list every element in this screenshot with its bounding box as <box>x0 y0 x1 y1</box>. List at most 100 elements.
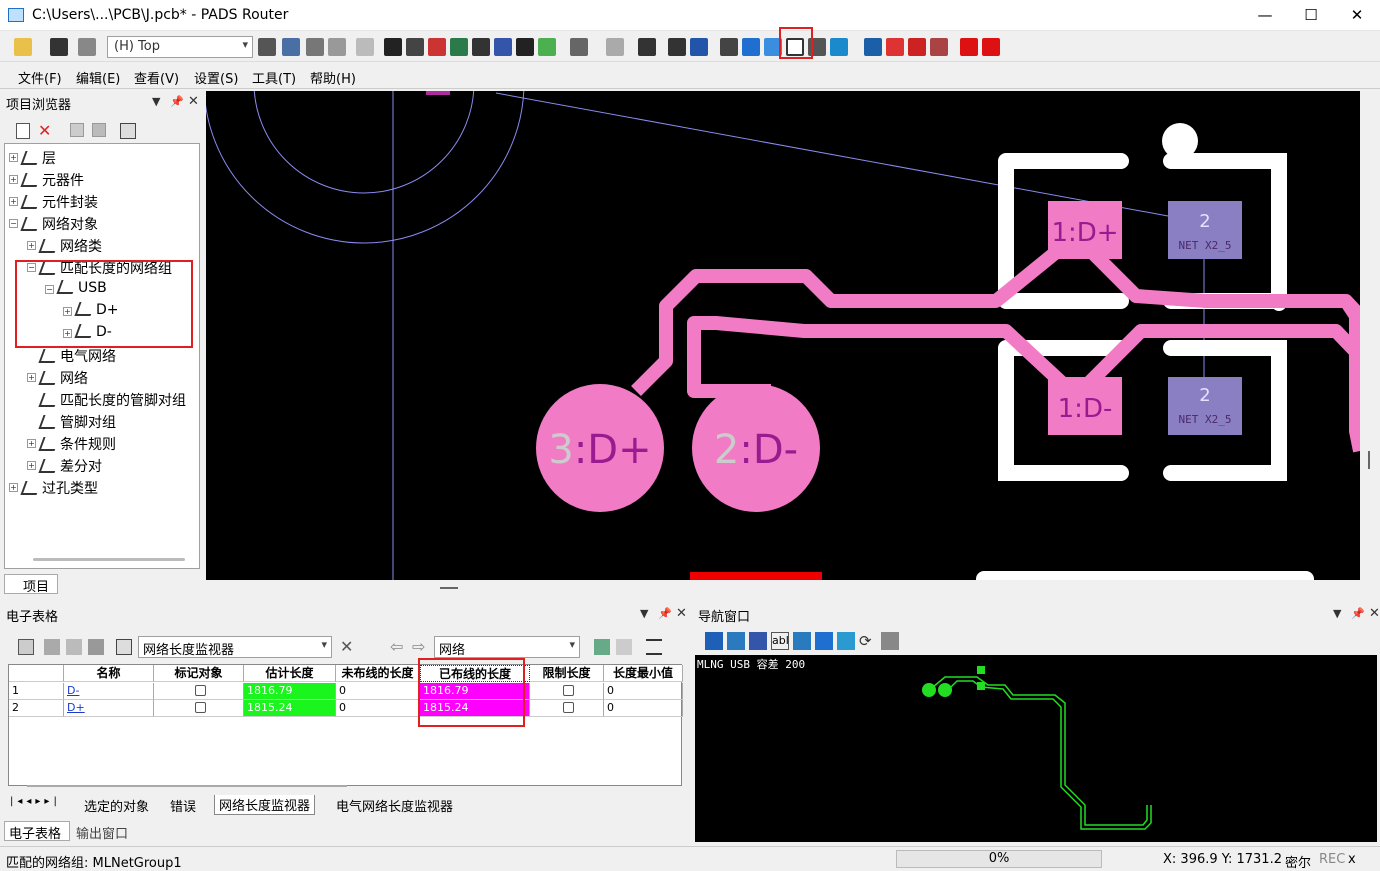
canvas-hscroll[interactable] <box>206 580 1380 597</box>
tree-item[interactable]: 管脚对组 <box>38 412 116 432</box>
tree-item[interactable]: + 网络 <box>27 368 88 388</box>
net-icon[interactable] <box>516 38 534 56</box>
nav-trace-icon[interactable] <box>793 632 811 650</box>
close-button[interactable]: ✕ <box>1334 0 1380 31</box>
menu-tools[interactable]: 工具(T) <box>252 68 296 87</box>
layer-icon[interactable] <box>282 38 300 56</box>
paste-icon[interactable] <box>92 123 106 137</box>
col-header[interactable]: 长度最小值 <box>604 665 683 682</box>
menu-file[interactable]: 文件(F) <box>18 68 62 87</box>
project-browser-icon[interactable] <box>742 38 760 56</box>
properties-icon[interactable] <box>258 38 276 56</box>
hscroll-thumb[interactable] <box>440 587 458 589</box>
export-icon[interactable] <box>982 38 1000 56</box>
sheet-copy2-icon[interactable] <box>616 639 632 655</box>
nav-diagonal-icon[interactable] <box>815 632 833 650</box>
tree-item[interactable]: 电气网络 <box>38 346 116 366</box>
mark-checkbox[interactable] <box>154 683 244 700</box>
nav-refresh-icon[interactable]: ⟳ <box>859 632 877 650</box>
collapse-icon[interactable]: − <box>9 219 18 228</box>
nav-plane-icon[interactable] <box>837 632 855 650</box>
redraw-icon[interactable] <box>638 38 656 56</box>
limit-checkbox[interactable] <box>530 683 604 700</box>
pin-icon[interactable]: 📌 <box>658 607 672 620</box>
save-icon[interactable] <box>50 38 68 56</box>
col-header[interactable]: 名称 <box>64 665 154 682</box>
nav-layers-icon[interactable] <box>727 632 745 650</box>
menu-view[interactable]: 查看(V) <box>134 68 179 87</box>
tree-item[interactable]: + 层 <box>9 148 56 168</box>
expand-icon[interactable]: + <box>27 439 36 448</box>
unrouted-length[interactable]: 0 <box>336 683 420 700</box>
object-select[interactable]: 网络 ▾ <box>434 636 580 658</box>
nav-options-icon[interactable] <box>881 632 899 650</box>
expand-icon[interactable]: + <box>27 373 36 382</box>
maximize-button[interactable]: ☐ <box>1288 0 1334 31</box>
expand-icon[interactable]: + <box>27 461 36 470</box>
tree-item[interactable]: + 差分对 <box>27 456 102 476</box>
highlight-icon[interactable] <box>538 38 556 56</box>
navigator-icon[interactable] <box>830 38 848 56</box>
expand-icon[interactable]: + <box>9 153 18 162</box>
import-icon[interactable] <box>960 38 978 56</box>
tree-item[interactable]: + 元件封装 <box>9 192 98 212</box>
panel-menu-icon[interactable]: ▼ <box>640 607 648 620</box>
expand-icon[interactable]: + <box>9 197 18 206</box>
panel-close-icon[interactable]: ✕ <box>676 606 687 621</box>
copy-icon[interactable] <box>70 123 84 137</box>
navigator-view[interactable]: MLNG USB 容差 200 <box>695 655 1377 842</box>
sheet-paste-icon[interactable] <box>88 639 104 655</box>
properties-icon[interactable] <box>120 123 136 139</box>
view-select[interactable]: 网络长度监视器 ▾ <box>138 636 332 658</box>
minimize-button[interactable]: — <box>1242 0 1288 31</box>
clear-icon[interactable]: ✕ <box>340 637 353 656</box>
panel-menu-icon[interactable]: ▼ <box>1333 607 1341 620</box>
min-length[interactable]: 0 <box>604 700 683 717</box>
tab-nav-arrows[interactable]: |◂◂▸▸| <box>10 796 61 807</box>
grid-hscroll[interactable] <box>27 785 347 787</box>
col-header[interactable]: 限制长度 <box>530 665 604 682</box>
mark-checkbox[interactable] <box>154 700 244 717</box>
pin-icon[interactable]: 📌 <box>170 95 184 108</box>
nav-text-icon[interactable]: abl <box>771 632 789 650</box>
limit-checkbox[interactable] <box>530 700 604 717</box>
tab-errors[interactable]: 错误 <box>170 796 196 815</box>
back-icon[interactable]: ⇦ <box>390 637 403 656</box>
tab-project[interactable]: 项目 <box>4 574 58 595</box>
tree-item[interactable]: 匹配长度的管脚对组 <box>38 390 186 410</box>
panel-close-icon[interactable]: ✕ <box>188 94 199 109</box>
estimated-length[interactable]: 1815.24 <box>244 700 336 717</box>
layer-select[interactable]: (H) Top ▾ <box>107 36 253 58</box>
col-header[interactable]: 标记对象 <box>154 665 244 682</box>
tab-output-window[interactable]: 输出窗口 <box>76 823 128 842</box>
pcb-canvas[interactable]: 3:D+ 2:D- 1:D+ 1:D- 2 NET X2_5 2 NET X2_… <box>206 91 1360 580</box>
vscroll-thumb[interactable] <box>1368 451 1370 469</box>
tree-item[interactable]: + 过孔类型 <box>9 478 98 498</box>
tab-selected-objects[interactable]: 选定的对象 <box>84 796 149 815</box>
sheet-print-icon[interactable] <box>44 639 60 655</box>
tab-spreadsheet[interactable]: 电子表格 <box>4 821 70 842</box>
pin-icon[interactable]: 📌 <box>1351 607 1365 620</box>
unrouted-length[interactable]: 0 <box>336 700 420 717</box>
no-route-icon[interactable] <box>886 38 904 56</box>
tree-item[interactable]: + 条件规则 <box>27 434 116 454</box>
sheet-copy-icon[interactable] <box>66 639 82 655</box>
route-icon[interactable] <box>428 38 446 56</box>
sheet-align-icon[interactable] <box>646 639 662 655</box>
forward-icon[interactable]: ⇨ <box>412 637 425 656</box>
col-header[interactable]: 估计长度 <box>244 665 336 682</box>
report2-icon[interactable] <box>930 38 948 56</box>
menu-edit[interactable]: 编辑(E) <box>76 68 120 87</box>
min-length[interactable]: 0 <box>604 683 683 700</box>
fanout-icon[interactable] <box>494 38 512 56</box>
sheet-select-icon[interactable] <box>116 639 132 655</box>
net-name-link[interactable]: D+ <box>64 700 154 717</box>
tree-hscroll[interactable] <box>33 558 185 561</box>
delete-icon[interactable]: ✕ <box>38 121 51 140</box>
nav-stack-icon[interactable] <box>749 632 767 650</box>
menu-help[interactable]: 帮助(H) <box>310 68 356 87</box>
menu-setup[interactable]: 设置(S) <box>194 68 238 87</box>
expand-icon[interactable]: + <box>9 483 18 492</box>
estimated-length[interactable]: 1816.79 <box>244 683 336 700</box>
status-close[interactable]: x <box>1348 852 1356 867</box>
